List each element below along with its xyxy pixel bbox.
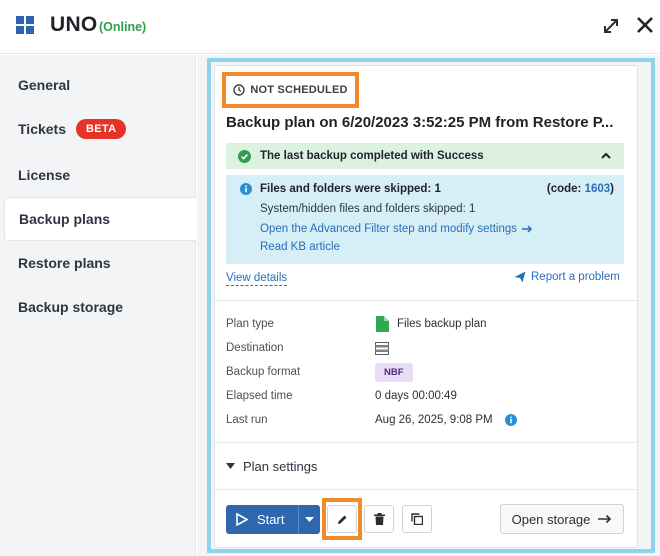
format-badge: NBF (375, 362, 413, 382)
close-icon[interactable] (633, 13, 657, 37)
connection-status: (Online) (99, 20, 147, 34)
send-icon (514, 271, 526, 283)
schedule-status: NOT SCHEDULED (233, 84, 347, 96)
info-icon (240, 183, 252, 195)
sidebar-item-label: General (18, 77, 71, 93)
file-icon (376, 316, 389, 332)
sidebar-item-label: License (18, 167, 71, 183)
play-icon (236, 513, 248, 526)
status-highlight: NOT SCHEDULED (222, 72, 359, 108)
success-banner[interactable]: The last backup completed with Success (226, 143, 624, 169)
sidebar: General Tickets BETA License Backup plans… (0, 55, 196, 556)
prop-elapsed-time: Elapsed time 0 days 00:00:49 (226, 386, 624, 406)
prop-value (375, 341, 389, 355)
prop-label: Elapsed time (226, 390, 293, 402)
report-problem-label: Report a problem (531, 271, 620, 283)
sidebar-item-general[interactable]: General (0, 63, 195, 107)
trash-icon (373, 513, 385, 525)
notice-title: Files and folders were skipped: 1 (260, 183, 441, 195)
check-circle-icon (238, 149, 251, 163)
app-title: UNO (50, 13, 98, 36)
backup-plan-card (214, 65, 638, 548)
beta-badge: BETA (76, 119, 127, 139)
edit-highlight (322, 498, 362, 540)
last-run-value: Aug 26, 2025, 9:08 PM (375, 414, 493, 426)
sidebar-item-label: Tickets (18, 121, 66, 137)
start-dropdown-toggle[interactable] (298, 505, 320, 534)
caret-down-icon (305, 516, 314, 522)
error-code: (code: 1603) (547, 183, 614, 195)
prop-value: Aug 26, 2025, 9:08 PM (375, 414, 517, 426)
windows-icon (16, 16, 34, 34)
prop-label: Last run (226, 414, 268, 426)
chevron-up-icon[interactable] (600, 150, 612, 162)
delete-button[interactable] (364, 505, 394, 533)
view-details-link[interactable]: View details (226, 271, 288, 286)
info-icon[interactable] (504, 414, 517, 426)
arrow-right-icon (598, 514, 612, 524)
plan-type-value: Files backup plan (397, 318, 487, 330)
plan-settings-toggle[interactable]: Plan settings (226, 459, 317, 474)
success-text: The last backup completed with Success (260, 150, 484, 162)
elapsed-time-value: 0 days 00:00:49 (375, 390, 457, 402)
status-text: NOT SCHEDULED (250, 84, 348, 96)
caret-down-icon (226, 463, 235, 469)
start-main[interactable]: Start (226, 505, 298, 534)
skipped-files-notice: Files and folders were skipped: 1 (code:… (226, 175, 624, 264)
prop-label: Destination (226, 342, 284, 354)
advanced-filter-link[interactable]: Open the Advanced Filter step and modify… (260, 223, 614, 235)
title-bar: UNO (Online) (0, 0, 660, 54)
prop-last-run: Last run Aug 26, 2025, 9:08 PM (226, 410, 624, 430)
error-code-link[interactable]: 1603 (585, 183, 611, 195)
pencil-icon (337, 515, 346, 524)
notice-detail: System/hidden files and folders skipped:… (260, 203, 476, 215)
prop-value: Files backup plan (375, 316, 487, 332)
sidebar-item-label: Backup plans (19, 211, 111, 227)
plan-settings-label: Plan settings (243, 459, 318, 474)
prop-plan-type: Plan type Files backup plan (226, 314, 624, 334)
advanced-filter-link-label: Open the Advanced Filter step and modify… (260, 223, 517, 235)
sidebar-item-backup-plans[interactable]: Backup plans (4, 197, 196, 241)
open-storage-button[interactable]: Open storage (500, 504, 624, 534)
expand-icon[interactable] (600, 15, 622, 37)
prop-backup-format: Backup format NBF (226, 362, 624, 382)
sidebar-item-label: Restore plans (18, 255, 111, 271)
report-problem-link[interactable]: Report a problem (514, 271, 620, 283)
divider (215, 489, 637, 490)
sidebar-item-license[interactable]: License (0, 153, 195, 197)
sidebar-item-restore-plans[interactable]: Restore plans (0, 241, 195, 285)
arrow-right-icon (521, 225, 533, 233)
start-label: Start (257, 512, 285, 527)
open-storage-label: Open storage (511, 511, 591, 527)
start-button[interactable]: Start (226, 505, 320, 534)
sidebar-item-label: Backup storage (18, 299, 124, 315)
sidebar-item-backup-storage[interactable]: Backup storage (0, 285, 195, 329)
plan-title: Backup plan on 6/20/2023 3:52:25 PM from… (226, 114, 614, 131)
divider (215, 442, 637, 443)
kb-article-link[interactable]: Read KB article (260, 241, 614, 253)
storage-icon (375, 341, 389, 355)
prop-destination: Destination (226, 338, 624, 358)
prop-label: Backup format (226, 366, 301, 378)
copy-icon (411, 513, 423, 525)
error-code-label: (code: (546, 183, 585, 195)
error-code-suffix: ) (610, 183, 614, 195)
clock-icon (233, 84, 246, 96)
divider (215, 300, 637, 301)
prop-label: Plan type (226, 318, 274, 330)
prop-value: NBF (375, 362, 413, 382)
edit-button[interactable] (327, 505, 357, 533)
sidebar-item-tickets[interactable]: Tickets BETA (0, 107, 195, 151)
copy-button[interactable] (402, 505, 432, 533)
